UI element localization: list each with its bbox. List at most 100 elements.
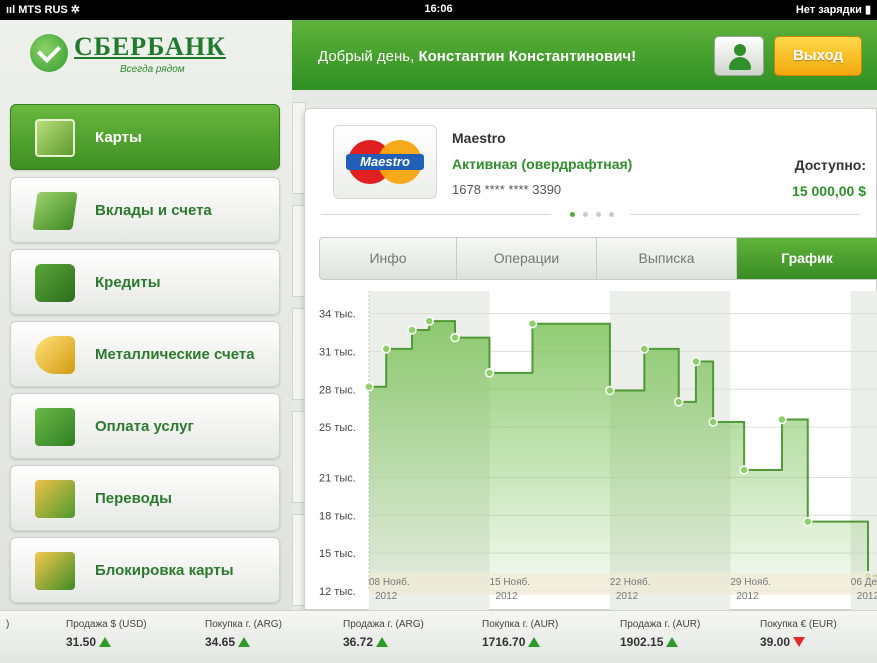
tab-chart[interactable]: График bbox=[737, 238, 877, 279]
ticker-label: Покупка г. (AUR) bbox=[482, 619, 559, 630]
sidebar-item-cards[interactable]: Карты bbox=[10, 104, 280, 170]
available-value: 15 000,00 $ bbox=[792, 183, 866, 199]
ticker-label: Продажа г. (ARG) bbox=[343, 619, 424, 630]
sidebar-item-label: Карты bbox=[95, 129, 142, 146]
sidebar-item-label: Металлические счета bbox=[95, 346, 255, 363]
chart-point bbox=[605, 385, 615, 396]
chart-point bbox=[407, 325, 417, 335]
balance-chart[interactable]: 12 тыс. 15 тыс. 18 тыс. 21 тыс. 25 тыс. 28 ты… bbox=[305, 291, 877, 611]
arrow-up-icon bbox=[99, 637, 112, 647]
chart-point bbox=[708, 417, 718, 427]
logo-subtitle: Всегда рядом bbox=[120, 64, 185, 75]
divider bbox=[630, 214, 860, 215]
ticker-item: Продажа $ (USD) 31.50 bbox=[66, 619, 196, 649]
available-label: Доступно: bbox=[794, 157, 866, 173]
greeting: Добрый день, Константин Константинович! bbox=[318, 48, 636, 65]
user-icon bbox=[734, 44, 746, 56]
ticker-label: Покупка € (EUR) bbox=[760, 619, 837, 630]
sidebar-item-label: Вклады и счета bbox=[95, 202, 212, 219]
tab-statement[interactable]: Выписка bbox=[597, 238, 737, 279]
chart-point bbox=[450, 332, 460, 343]
ticker-item: Продажа г. (AUR) 1902.15 bbox=[620, 619, 750, 649]
maestro-logo-text: Maestro bbox=[346, 154, 424, 170]
sidebar-item-credits[interactable]: Кредиты bbox=[10, 249, 280, 315]
page-dot[interactable] bbox=[596, 212, 601, 217]
card-name: Maestro bbox=[452, 130, 506, 146]
y-tick-label: 34 тыс. bbox=[319, 309, 356, 321]
x-tick-label: 29 Нояб. bbox=[730, 576, 771, 588]
ticker-value: 1902.15 bbox=[620, 635, 664, 649]
chart-point bbox=[424, 316, 434, 326]
chart-point bbox=[803, 516, 813, 527]
chart-point bbox=[691, 356, 701, 367]
arrow-up-icon bbox=[666, 637, 679, 647]
divider bbox=[321, 214, 551, 215]
exchange-rate-ticker: ) Продажа $ (USD) 31.50 Покупка г. (ARG)… bbox=[0, 610, 877, 663]
x-tick-label: 06 Дек. bbox=[851, 577, 877, 588]
ticker-value: 1716.70 bbox=[482, 635, 526, 649]
user-icon-body bbox=[729, 57, 751, 70]
ticker-value: 39.00 bbox=[760, 635, 791, 649]
y-tick-label: 31 тыс. bbox=[319, 346, 356, 358]
x-tick-year: 2012 bbox=[495, 591, 518, 602]
ticker-value: 36.72 bbox=[343, 635, 374, 649]
gold-bars-icon bbox=[35, 336, 75, 374]
tab-operations[interactable]: Операции bbox=[457, 238, 597, 279]
ticker-value: 34.65 bbox=[205, 635, 236, 649]
card-detail-panel: Maestro Maestro Активная (овердрафтная) … bbox=[304, 108, 877, 611]
case-coin-icon bbox=[35, 408, 75, 446]
chart-point bbox=[381, 344, 391, 354]
card-status: Активная (овердрафтная) bbox=[452, 156, 633, 172]
maestro-logo: Maestro bbox=[333, 125, 437, 199]
y-tick-label: 28 тыс. bbox=[319, 384, 356, 396]
ticker-label: Продажа г. (AUR) bbox=[620, 619, 701, 630]
chart-point bbox=[739, 465, 749, 475]
page-dot[interactable] bbox=[609, 212, 614, 217]
y-tick-label: 18 тыс. bbox=[319, 510, 356, 522]
ticker-clipped-item: ) bbox=[6, 619, 10, 630]
logout-button[interactable]: Выход bbox=[774, 36, 862, 76]
arrow-up-icon bbox=[238, 637, 251, 647]
chart-point bbox=[639, 344, 650, 354]
sidebar-item-deposits[interactable]: Вклады и счета bbox=[10, 177, 280, 243]
card-number: 1678 **** **** 3390 bbox=[452, 182, 562, 197]
ticker-item: Покупка € (EUR) 39.00 bbox=[760, 619, 877, 649]
tab-info[interactable]: Инфо bbox=[320, 238, 457, 279]
ticker-label: Продажа $ (USD) bbox=[66, 619, 147, 630]
sidebar-item-metal-accounts[interactable]: Металлические счета bbox=[10, 321, 280, 387]
arrow-down-icon bbox=[793, 637, 806, 647]
balance-chart-svg: 12 тыс. 15 тыс. 18 тыс. 21 тыс. 25 тыс. 28 ты… bbox=[319, 291, 877, 611]
ticker-item: Продажа г. (ARG) 36.72 bbox=[343, 619, 473, 649]
ticker-value: 31.50 bbox=[66, 635, 97, 649]
sidebar-item-block-card[interactable]: Блокировка карты bbox=[10, 537, 280, 603]
page-dot[interactable] bbox=[583, 212, 588, 217]
lock-icon bbox=[35, 552, 75, 590]
sberbank-logo-icon bbox=[30, 34, 68, 72]
greeting-prefix: Добрый день, bbox=[318, 48, 419, 65]
chart-point bbox=[527, 318, 538, 329]
logo-title: СБЕРБАНК bbox=[74, 32, 226, 61]
card-tabs: Инфо Операции Выписка График bbox=[319, 237, 877, 280]
x-tick-label: 22 Нояб. bbox=[610, 576, 651, 588]
x-tick-label: 15 Нояб. bbox=[489, 576, 530, 588]
ticker-item: Покупка г. (AUR) 1716.70 bbox=[482, 619, 612, 649]
page-dot[interactable] bbox=[570, 212, 575, 217]
sidebar: СБЕРБАНК Всегда рядом Карты Вклады и сче… bbox=[0, 20, 292, 610]
banknotes-icon bbox=[32, 192, 78, 230]
clock: 16:06 bbox=[424, 3, 453, 15]
chart-point bbox=[673, 397, 684, 407]
sidebar-item-payments[interactable]: Оплата услуг bbox=[10, 393, 280, 459]
sidebar-item-label: Блокировка карты bbox=[95, 562, 234, 579]
user-name: Константин Константинович! bbox=[418, 48, 637, 65]
status-bar: ııl MTS RUS ✲ 16:06 Нет зарядки ▮ bbox=[0, 0, 877, 20]
sidebar-item-transfers[interactable]: Переводы bbox=[10, 465, 280, 531]
x-tick-year: 2012 bbox=[375, 591, 398, 602]
chart-point bbox=[777, 414, 787, 425]
x-tick-year: 2012 bbox=[857, 591, 877, 602]
y-tick-label: 12 тыс. bbox=[319, 586, 356, 598]
ticker-label: Покупка г. (ARG) bbox=[205, 619, 282, 630]
ticker-item: Покупка г. (ARG) 34.65 bbox=[205, 619, 335, 649]
x-tick-year: 2012 bbox=[616, 591, 639, 602]
x-tick-year: 2012 bbox=[736, 591, 759, 602]
profile-button[interactable] bbox=[714, 36, 764, 76]
